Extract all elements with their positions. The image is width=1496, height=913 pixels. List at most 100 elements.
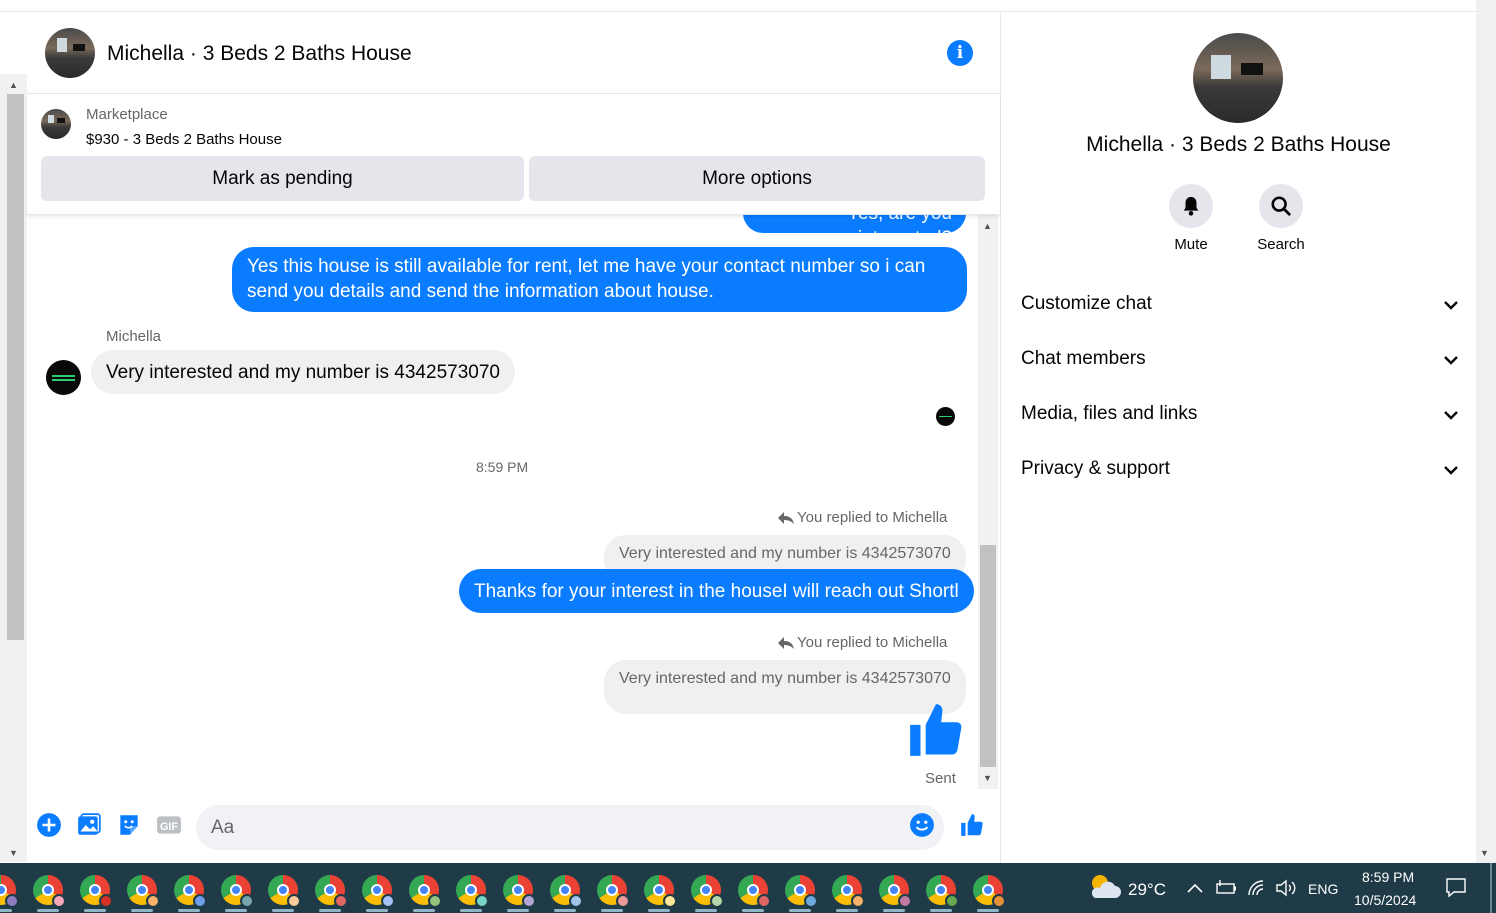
chevron-down-icon — [1444, 301, 1458, 310]
message-outgoing[interactable]: Yes, are you interested? — [743, 215, 966, 249]
scroll-down-arrow-icon[interactable]: ▼ — [9, 848, 18, 858]
taskbar-running-indicator — [366, 909, 388, 912]
chrome-taskbar-icon[interactable] — [174, 875, 207, 908]
sender-avatar[interactable] — [46, 360, 81, 395]
listing-thumbnail[interactable] — [41, 109, 71, 139]
message-scrollbar-thumb[interactable] — [980, 545, 996, 767]
chat-members-section[interactable]: Chat members — [1021, 340, 1461, 380]
section-label: Privacy & support — [1021, 458, 1170, 479]
notifications-icon[interactable] — [1445, 877, 1467, 899]
chrome-taskbar-icon[interactable] — [691, 875, 724, 908]
thumbs-up-sticker-icon[interactable] — [905, 699, 967, 761]
seen-receipt-avatar — [936, 407, 955, 426]
taskbar-running-indicator — [648, 909, 670, 912]
taskbar-running-indicator — [84, 909, 106, 912]
chrome-taskbar-icon[interactable] — [33, 875, 66, 908]
chrome-taskbar-icon[interactable] — [879, 875, 912, 908]
taskbar-running-indicator — [977, 909, 999, 912]
volume-icon[interactable] — [1275, 879, 1297, 897]
taskbar-running-indicator — [601, 909, 623, 912]
chrome-taskbar-icon[interactable] — [80, 875, 113, 908]
composer: GIF — [27, 797, 1000, 857]
page-scrollbar[interactable]: ▲ ▼ — [0, 74, 27, 862]
search-label: Search — [1257, 236, 1305, 253]
chrome-taskbar-icon[interactable] — [362, 875, 395, 908]
mark-as-pending-button[interactable]: Mark as pending — [41, 156, 524, 201]
reply-arrow-icon — [778, 637, 794, 649]
sticker-icon[interactable] — [116, 812, 142, 838]
weather-temperature[interactable]: 29°C — [1128, 880, 1166, 900]
sender-name: Michella — [106, 328, 162, 345]
clock-date[interactable]: 10/5/2024 — [1354, 892, 1416, 908]
chrome-taskbar-icon[interactable] — [597, 875, 630, 908]
message-input[interactable] — [196, 805, 944, 850]
wifi-icon[interactable] — [1247, 879, 1267, 897]
chrome-taskbar-icon[interactable] — [973, 875, 1006, 908]
chrome-taskbar-icon[interactable] — [221, 875, 254, 908]
chat-avatar[interactable] — [45, 28, 95, 78]
profile-avatar[interactable] — [1193, 33, 1283, 123]
chrome-taskbar-icon[interactable] — [503, 875, 536, 908]
chevron-up-icon[interactable] — [1186, 882, 1204, 894]
mute-button[interactable]: Mute — [1156, 184, 1226, 253]
section-label: Chat members — [1021, 348, 1146, 369]
listing-title[interactable]: $930 - 3 Beds 2 Baths House — [86, 131, 282, 148]
chevron-down-icon — [1444, 411, 1458, 420]
chrome-taskbar-icon[interactable] — [926, 875, 959, 908]
message-outgoing[interactable]: Yes this house is still available for re… — [232, 247, 967, 312]
taskbar-running-indicator — [413, 909, 435, 912]
battery-icon[interactable] — [1215, 880, 1237, 896]
reply-note: You replied to Michella — [797, 509, 948, 526]
message-incoming[interactable]: Very interested and my number is 4342573… — [91, 350, 515, 394]
scroll-down-arrow-icon[interactable]: ▼ — [983, 773, 992, 783]
bell-icon — [1183, 196, 1199, 216]
mute-label: Mute — [1174, 236, 1208, 253]
chrome-taskbar-icon[interactable] — [550, 875, 583, 908]
customize-chat-section[interactable]: Customize chat — [1021, 285, 1461, 325]
weather-icon[interactable] — [1087, 872, 1121, 902]
chrome-taskbar-icon[interactable] — [127, 875, 160, 908]
taskbar-running-indicator — [742, 909, 764, 912]
chrome-taskbar-icon[interactable] — [785, 875, 818, 908]
taskbar-running-indicator — [789, 909, 811, 912]
scroll-up-arrow-icon[interactable]: ▲ — [9, 80, 18, 90]
chrome-taskbar-icon[interactable] — [738, 875, 771, 908]
chrome-taskbar-icon[interactable] — [268, 875, 301, 908]
info-icon[interactable]: i — [947, 40, 973, 66]
chevron-down-icon — [1444, 356, 1458, 365]
language-indicator[interactable]: ENG — [1308, 881, 1338, 897]
message-scrollbar[interactable]: ▲ ▼ — [978, 215, 998, 789]
message-outgoing[interactable]: Thanks for your interest in the houseI w… — [459, 569, 974, 613]
plus-icon[interactable] — [36, 812, 62, 838]
chrome-taskbar-icon[interactable] — [456, 875, 489, 908]
taskbar-running-indicator — [695, 909, 717, 912]
chat-title[interactable]: Michella · 3 Beds 2 Baths House — [107, 42, 412, 66]
window-scrollbar[interactable]: ▼ — [1476, 0, 1496, 863]
windows-taskbar: 29°C ENG 8:59 PM 10/5/2024 — [0, 863, 1496, 913]
section-label: Customize chat — [1021, 293, 1152, 314]
search-button[interactable]: Search — [1246, 184, 1316, 253]
show-desktop-strip[interactable] — [1490, 863, 1492, 913]
scroll-up-arrow-icon[interactable]: ▲ — [983, 221, 992, 231]
chrome-taskbar-icon[interactable] — [409, 875, 442, 908]
chrome-taskbar-icon[interactable] — [0, 875, 19, 908]
media-files-links-section[interactable]: Media, files and links — [1021, 395, 1461, 435]
taskbar-running-indicator — [883, 909, 905, 912]
like-icon[interactable] — [959, 812, 985, 838]
emoji-icon[interactable] — [909, 812, 935, 838]
page-scrollbar-thumb[interactable] — [7, 94, 24, 640]
scroll-down-arrow-icon[interactable]: ▼ — [1480, 848, 1489, 858]
taskbar-running-indicator — [507, 909, 529, 912]
chrome-taskbar-icon[interactable] — [832, 875, 865, 908]
clock-time[interactable]: 8:59 PM — [1362, 869, 1414, 885]
privacy-support-section[interactable]: Privacy & support — [1021, 450, 1461, 490]
more-options-button[interactable]: More options — [529, 156, 985, 201]
chrome-taskbar-icon[interactable] — [315, 875, 348, 908]
photo-icon[interactable] — [76, 812, 102, 838]
message-timestamp: 8:59 PM — [476, 459, 529, 475]
marketplace-label: Marketplace — [86, 106, 168, 123]
chrome-taskbar-icon[interactable] — [644, 875, 677, 908]
taskbar-running-indicator — [272, 909, 294, 912]
gif-icon[interactable]: GIF — [156, 812, 182, 838]
taskbar-running-indicator — [37, 909, 59, 912]
